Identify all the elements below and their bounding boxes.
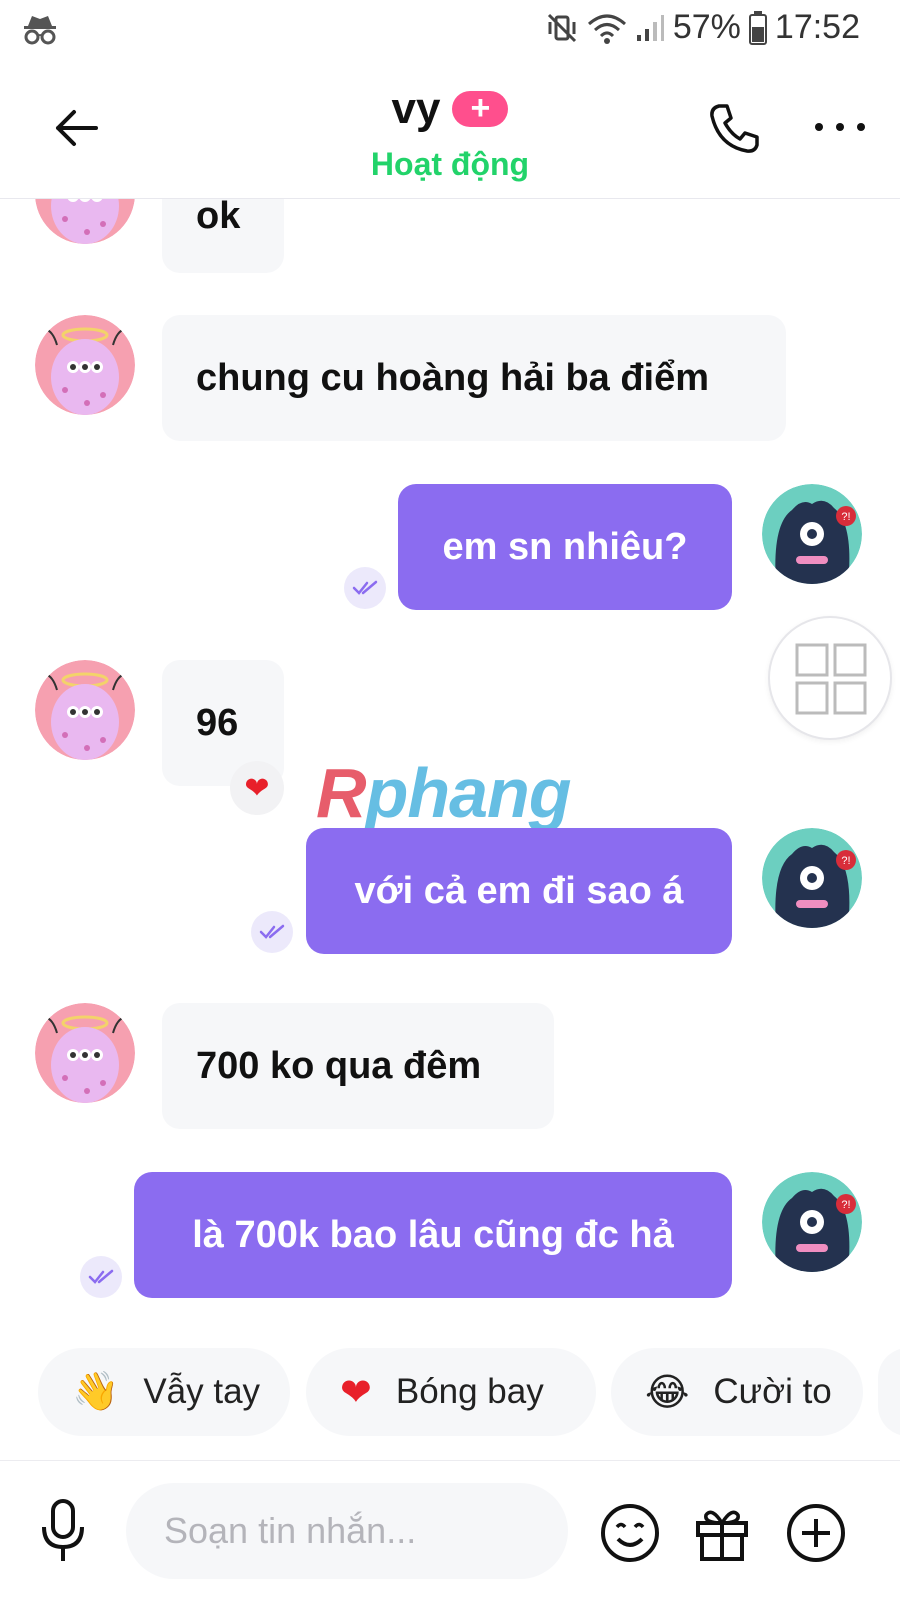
quick-reply-laugh[interactable]: 😂 Cười to bbox=[611, 1348, 863, 1436]
microphone-icon[interactable] bbox=[36, 1497, 90, 1567]
sticker-grid-button[interactable] bbox=[768, 616, 892, 740]
incognito-icon bbox=[24, 16, 56, 45]
heart-reaction-icon[interactable]: ❤ bbox=[230, 761, 284, 815]
grid-icon bbox=[795, 643, 867, 715]
message-bubble-outgoing[interactable]: em sn nhiêu? bbox=[398, 484, 732, 610]
my-avatar[interactable]: ?! bbox=[762, 1172, 862, 1272]
message-bubble-incoming[interactable]: chung cu hoàng hải ba điểm bbox=[162, 315, 786, 441]
signal-icon bbox=[636, 14, 664, 41]
more-options-icon[interactable] bbox=[812, 120, 868, 134]
message-text: là 700k bao lâu cũng đc hả bbox=[192, 1213, 674, 1256]
my-avatar[interactable]: ?! bbox=[762, 484, 862, 584]
gift-icon[interactable] bbox=[690, 1501, 754, 1565]
laughing-face-icon: 😂 bbox=[645, 1371, 690, 1414]
message-text: chung cu hoàng hải ba điểm bbox=[196, 356, 710, 399]
clock: 17:52 bbox=[774, 8, 860, 46]
my-avatar[interactable]: ?! bbox=[762, 828, 862, 928]
quick-reply-label: Vẫy tay bbox=[143, 1372, 261, 1411]
message-text: em sn nhiêu? bbox=[442, 525, 688, 568]
message-bubble-outgoing[interactable]: là 700k bao lâu cũng đc hả bbox=[134, 1172, 732, 1298]
contact-avatar[interactable] bbox=[35, 199, 135, 244]
composer-bar: Soạn tin nhắn... bbox=[0, 1460, 900, 1600]
read-receipt-icon bbox=[251, 911, 293, 953]
message-text: ok bbox=[196, 199, 241, 237]
contact-avatar[interactable] bbox=[35, 315, 135, 415]
mute-vibrate-icon bbox=[547, 13, 576, 42]
quick-reply-more[interactable] bbox=[878, 1348, 900, 1436]
contact-avatar[interactable] bbox=[35, 660, 135, 760]
add-icon[interactable] bbox=[784, 1501, 848, 1565]
contact-name-row[interactable]: vy + bbox=[0, 84, 900, 134]
svg-text:?!: ?! bbox=[841, 1199, 850, 1211]
message-list[interactable]: ok chung cu hoàng hải ba điểm em sn nhiê… bbox=[0, 199, 900, 1319]
message-text: 96 bbox=[196, 701, 239, 744]
heart-icon: ❤ bbox=[340, 1371, 372, 1414]
quick-replies: 👋 Vẫy tay ❤ Bóng bay 😂 Cười to bbox=[0, 1330, 900, 1436]
svg-text:?!: ?! bbox=[841, 855, 850, 867]
message-bubble-outgoing[interactable]: với cả em đi sao á bbox=[306, 828, 732, 954]
battery-icon bbox=[748, 10, 767, 45]
emoji-icon[interactable] bbox=[598, 1501, 662, 1565]
message-text: 700 ko qua đêm bbox=[196, 1044, 482, 1087]
chat-header: vy + Hoạt động bbox=[0, 62, 900, 199]
message-input[interactable]: Soạn tin nhắn... bbox=[126, 1483, 568, 1579]
quick-reply-wave[interactable]: 👋 Vẫy tay bbox=[38, 1348, 290, 1436]
svg-text:?!: ?! bbox=[841, 511, 850, 523]
wifi-icon bbox=[587, 14, 626, 44]
phone-icon[interactable] bbox=[705, 100, 763, 158]
contact-name[interactable]: vy bbox=[392, 84, 441, 134]
waving-hand-icon: 👋 bbox=[72, 1371, 120, 1413]
watermark-rest: phang bbox=[365, 754, 572, 832]
battery-percent: 57% bbox=[672, 8, 741, 46]
quick-reply-label: Bóng bay bbox=[395, 1372, 544, 1411]
plus-badge[interactable]: + bbox=[452, 91, 509, 127]
status-bar: 57% 17:52 bbox=[0, 0, 900, 62]
message-text: với cả em đi sao á bbox=[354, 869, 684, 912]
watermark-first: R bbox=[316, 754, 367, 832]
online-status: Hoạt động bbox=[370, 146, 530, 182]
quick-reply-balloon[interactable]: ❤ Bóng bay bbox=[306, 1348, 596, 1436]
watermark-logo: Rphang bbox=[316, 753, 572, 833]
read-receipt-icon bbox=[80, 1256, 122, 1298]
contact-avatar[interactable] bbox=[35, 1003, 135, 1103]
message-bubble-incoming[interactable]: ok bbox=[162, 199, 284, 273]
read-receipt-icon bbox=[344, 567, 386, 609]
quick-reply-label: Cười to bbox=[713, 1372, 832, 1411]
message-bubble-incoming[interactable]: 700 ko qua đêm bbox=[162, 1003, 554, 1129]
